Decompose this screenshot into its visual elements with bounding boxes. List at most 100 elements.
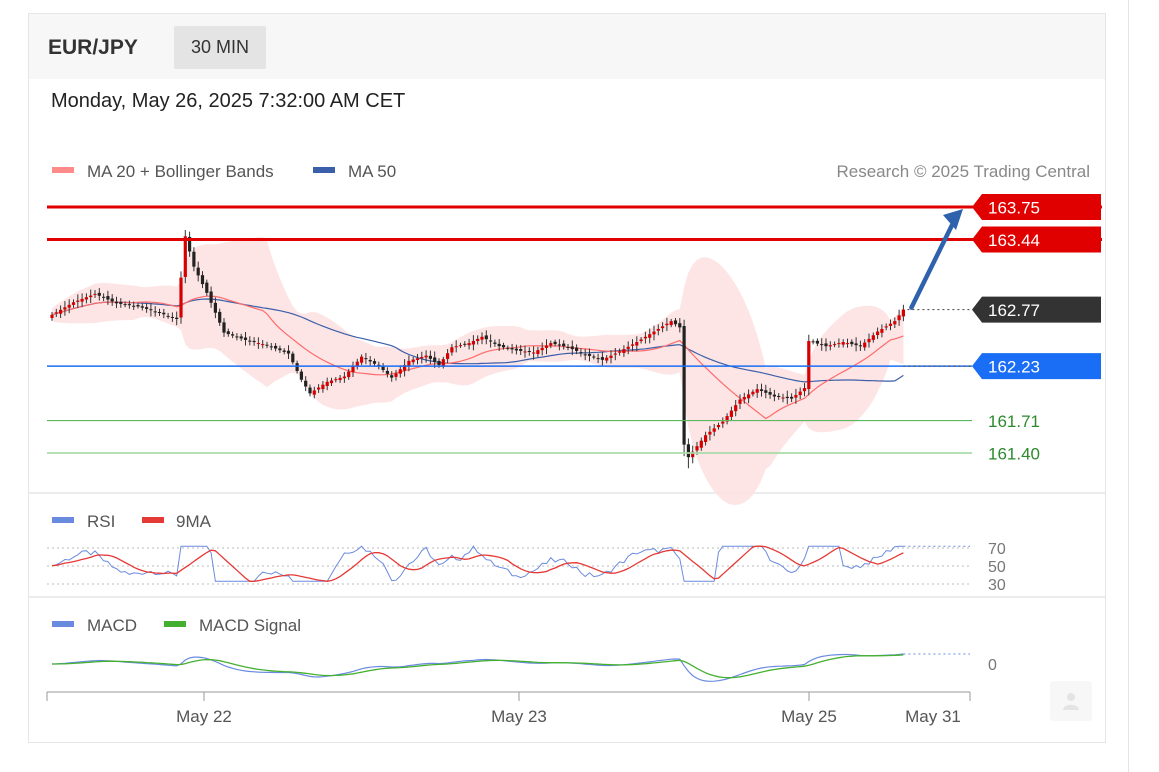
candle-body xyxy=(510,348,514,350)
candle-body xyxy=(798,391,802,396)
candle-body xyxy=(506,347,510,349)
price-candle xyxy=(179,271,183,324)
candle-body xyxy=(252,340,256,343)
candle-body xyxy=(613,353,617,355)
candle-body xyxy=(415,358,420,360)
candle-body xyxy=(372,361,377,364)
candle-body xyxy=(489,340,493,342)
candle-body xyxy=(768,392,772,395)
candle-body xyxy=(183,236,187,277)
candle-body xyxy=(609,355,613,358)
candle-body xyxy=(639,339,643,342)
candle-body xyxy=(648,334,652,338)
candle-body xyxy=(704,435,708,443)
candle-body xyxy=(123,304,127,306)
candle-body xyxy=(97,292,101,296)
candle-body xyxy=(759,389,764,391)
candle-body xyxy=(166,315,170,317)
candle-body xyxy=(325,381,329,386)
rsi-legend-label: RSI xyxy=(87,512,115,531)
x-axis-label: May 25 xyxy=(781,707,837,726)
price-candle xyxy=(807,334,811,396)
candle-body xyxy=(618,351,622,353)
candle-body xyxy=(755,389,759,393)
candle-body xyxy=(790,396,794,399)
candle-body xyxy=(532,352,536,354)
candle-body xyxy=(458,345,463,347)
candle-body xyxy=(179,277,183,318)
candle-body xyxy=(579,352,583,354)
candle-body xyxy=(428,355,432,359)
candle-body xyxy=(845,343,850,345)
rsi-tick-label: 50 xyxy=(988,559,1006,576)
candle-body xyxy=(411,359,415,363)
candle-body xyxy=(89,295,93,298)
candle-body xyxy=(622,349,626,353)
candle-body xyxy=(751,391,755,395)
research-credit: Research © 2025 Trading Central xyxy=(837,162,1091,181)
chart-svg: 163.75 163.44 162.77 162.23 161.71 161.40 705… xyxy=(29,162,1106,726)
candle-body xyxy=(807,340,811,390)
candle-body xyxy=(764,390,768,393)
candle-body xyxy=(269,346,273,348)
settings-corner-button[interactable] xyxy=(1050,681,1092,721)
level-label: 163.44 xyxy=(988,231,1040,250)
candle-body xyxy=(192,251,196,267)
candle-body xyxy=(858,345,862,347)
candle-body xyxy=(712,428,716,432)
candle-body xyxy=(342,376,346,379)
candle-body xyxy=(901,309,905,317)
candle-body xyxy=(587,353,592,356)
candle-body xyxy=(544,345,549,348)
candle-body xyxy=(729,410,733,417)
candle-body xyxy=(433,357,437,362)
candle-body xyxy=(867,338,871,343)
candle-body xyxy=(243,337,248,340)
candle-body xyxy=(643,336,647,339)
bollinger-band xyxy=(52,237,904,505)
candle-body xyxy=(527,351,531,353)
candle-body xyxy=(226,331,230,335)
candle-body xyxy=(575,347,579,351)
candle-body xyxy=(114,301,119,304)
rsi-tick-label: 30 xyxy=(988,577,1006,594)
candle-body xyxy=(592,356,596,358)
candle-body xyxy=(897,315,901,321)
candle-body xyxy=(802,388,807,392)
candle-body xyxy=(282,350,286,352)
x-axis-label: May 22 xyxy=(176,707,232,726)
candle-body xyxy=(888,323,893,326)
candle-body xyxy=(274,345,278,349)
candle-body xyxy=(102,296,106,298)
candle-body xyxy=(673,320,678,325)
candle-body xyxy=(205,282,209,293)
level-label: 162.77 xyxy=(988,301,1040,320)
candle-body xyxy=(562,343,566,347)
candle-body xyxy=(338,377,342,381)
candle-body xyxy=(71,302,76,305)
candle-body xyxy=(321,384,325,390)
candle-body xyxy=(734,405,738,412)
candle-body xyxy=(441,359,445,367)
candle-body xyxy=(876,331,880,336)
candle-body xyxy=(652,331,656,335)
rsi-ma-legend-label: 9MA xyxy=(176,512,212,531)
candle-body xyxy=(519,349,523,351)
candle-body xyxy=(145,307,149,309)
candle-body xyxy=(514,348,518,351)
candle-body xyxy=(682,326,686,445)
candle-body xyxy=(471,340,475,345)
candle-body xyxy=(716,424,721,428)
candle-body xyxy=(200,275,205,285)
candle-body xyxy=(837,343,841,345)
candle-body xyxy=(239,336,243,339)
rsi-ma-legend-swatch xyxy=(142,517,164,523)
candle-body xyxy=(850,341,854,345)
candle-body xyxy=(149,309,153,311)
candle-body xyxy=(248,340,252,342)
candle-body xyxy=(820,344,824,346)
price-candle xyxy=(691,445,695,464)
candle-body xyxy=(854,343,858,346)
candle-body xyxy=(583,354,587,356)
candle-body xyxy=(893,321,897,325)
